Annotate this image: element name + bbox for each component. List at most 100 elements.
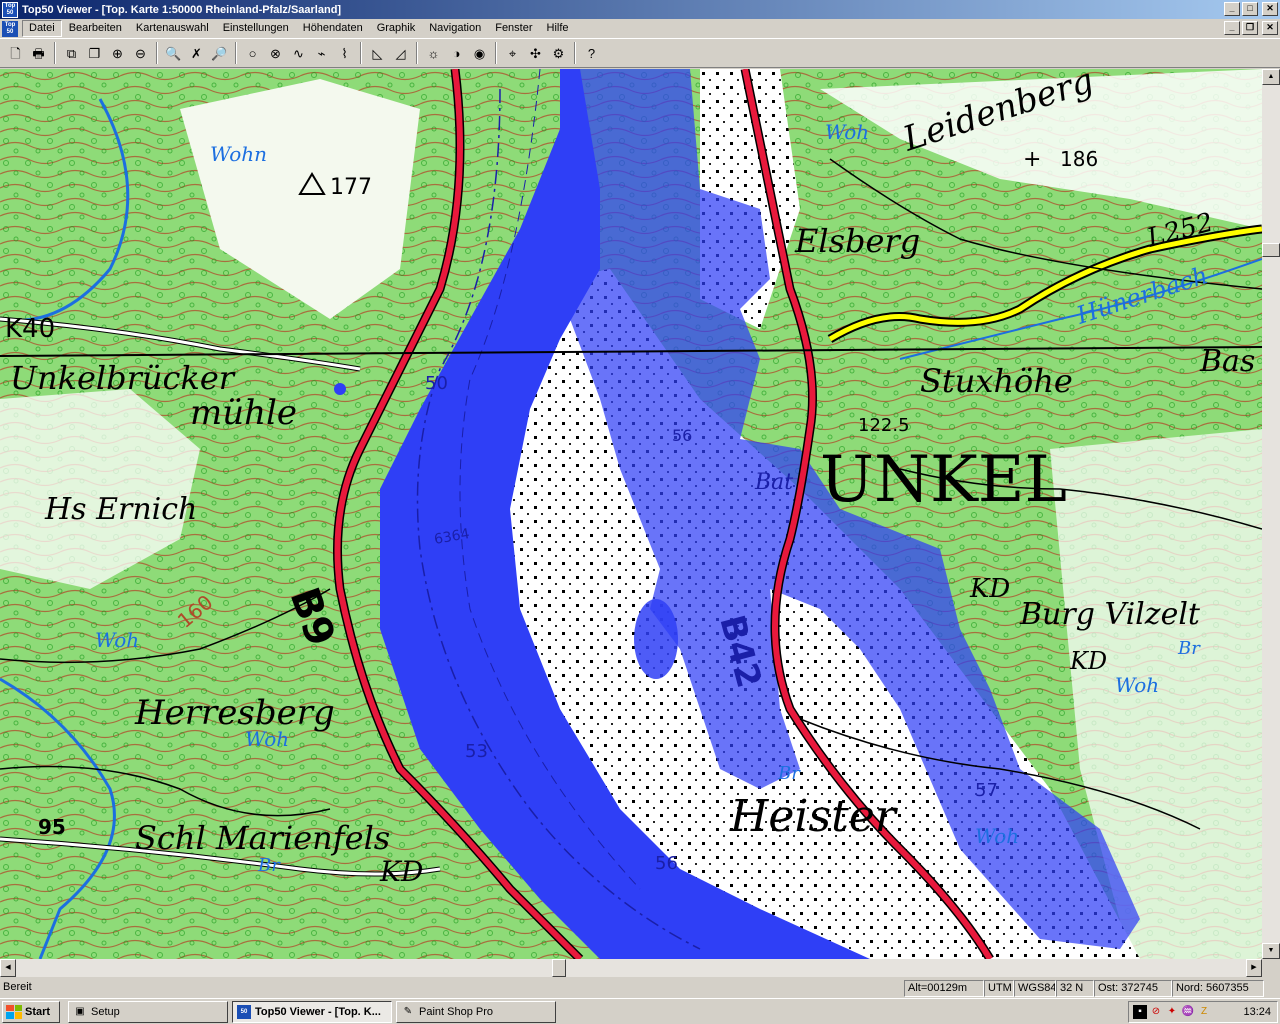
mdi-close-button[interactable]: ✕ xyxy=(1262,21,1278,35)
task-top50-viewer[interactable]: 50 Top50 Viewer - [Top. K... xyxy=(232,1000,392,1023)
route-button[interactable]: ∿ xyxy=(287,42,310,64)
maximize-button[interactable]: □ xyxy=(1242,2,1258,16)
label-elev-95: 95 xyxy=(38,815,66,839)
toolbar-separator xyxy=(54,42,56,64)
tray-monitor-icon[interactable]: ▪ xyxy=(1133,1005,1147,1019)
zoom-magnifier-icon: 🔍 xyxy=(165,45,182,61)
contrast-button[interactable]: ◑ xyxy=(445,42,468,64)
route-label-button[interactable]: ⌇ xyxy=(333,42,356,64)
label-bas: Bas xyxy=(1199,344,1255,379)
menu-graphik[interactable]: Graphik xyxy=(370,20,423,37)
new-button[interactable]: 🗋 xyxy=(4,42,27,64)
menu-hilfe[interactable]: Hilfe xyxy=(540,20,576,37)
toolbar-separator xyxy=(235,42,237,64)
profile-edit-button[interactable]: ◿ xyxy=(389,42,412,64)
topographic-map[interactable]: Leidenberg Elsberg L252 Hünerbach Bas St… xyxy=(0,69,1262,959)
route-text-icon: ⌁ xyxy=(317,45,326,61)
scroll-up-button[interactable]: ▲ xyxy=(1262,69,1280,85)
label-bat: Bat xyxy=(754,470,793,495)
status-east: Ost: 372745 xyxy=(1094,980,1172,997)
circle-marker-button[interactable]: ○ xyxy=(241,42,264,64)
app-window: Top 50 Top50 Viewer - [Top. Karte 1:50000… xyxy=(0,0,1280,1024)
toolbar-separator xyxy=(416,42,418,64)
menu-höhendaten[interactable]: Höhendaten xyxy=(296,20,370,37)
measure-cross-button[interactable]: ✗ xyxy=(185,42,208,64)
tray-network-icon[interactable]: ♒ xyxy=(1181,1005,1195,1019)
label-hs-ernich: Hs Ernich xyxy=(44,492,197,527)
scroll-left-button[interactable]: ◀ xyxy=(0,959,16,977)
horizontal-scroll-thumb[interactable] xyxy=(552,959,566,977)
label-woh-5: Woh xyxy=(1115,673,1159,697)
document-icon[interactable]: Top 50 xyxy=(2,20,18,37)
task-setup[interactable]: ▣ Setup xyxy=(68,1000,228,1023)
brightness-button[interactable]: ☼ xyxy=(422,42,445,64)
map-view[interactable]: Leidenberg Elsberg L252 Hünerbach Bas St… xyxy=(0,69,1262,959)
toolbar-separator xyxy=(360,42,362,64)
delete-marker-button[interactable]: ⊗ xyxy=(264,42,287,64)
start-button[interactable]: Start xyxy=(2,1000,60,1023)
label-woh-2: Woh xyxy=(95,628,139,652)
clock: 13:24 xyxy=(1243,1006,1271,1018)
profile-button[interactable]: ◺ xyxy=(366,42,389,64)
label-k40: K40 xyxy=(5,314,55,344)
vertical-scroll-thumb[interactable] xyxy=(1262,243,1280,257)
minimize-button[interactable]: _ xyxy=(1224,2,1240,16)
top50-icon: 50 xyxy=(237,1004,251,1019)
menu-fenster[interactable]: Fenster xyxy=(488,20,539,37)
saturation-icon: ◉ xyxy=(473,45,486,61)
print-button[interactable]: 🖶 xyxy=(27,42,50,64)
toolbar-separator xyxy=(495,42,497,64)
menu-bar: Top 50 Datei Bearbeiten Kartenauswahl Einste… xyxy=(0,19,1280,38)
new-icon: 🗋 xyxy=(10,45,21,61)
menu-bearbeiten[interactable]: Bearbeiten xyxy=(62,20,129,37)
circle-marker-icon: ○ xyxy=(248,45,257,61)
window-cascade-button[interactable]: ⧉ xyxy=(60,42,83,64)
status-bar: Bereit Alt=00129m UTM WGS84 32 N Ost: 37… xyxy=(0,979,1280,998)
menu-kartenauswahl[interactable]: Kartenauswahl xyxy=(129,20,216,37)
scroll-down-button[interactable]: ▼ xyxy=(1262,943,1280,959)
window-title: Top50 Viewer - [Top. Karte 1:50000 Rhein… xyxy=(22,3,342,16)
window-cascade-icon: ⧉ xyxy=(66,45,77,61)
menu-navigation[interactable]: Navigation xyxy=(422,20,488,37)
tray-antivirus-icon[interactable]: ⊘ xyxy=(1149,1005,1163,1019)
mdi-restore-button[interactable]: ❐ xyxy=(1242,21,1258,35)
saturation-button[interactable]: ◉ xyxy=(468,42,491,64)
magnifier-minus-icon: 🔎 xyxy=(211,45,228,61)
zoom-out-window-button[interactable]: ⊖ xyxy=(129,42,152,64)
label-woh-4: Woh xyxy=(975,824,1019,848)
task-paint-shop-pro[interactable]: ✎ Paint Shop Pro xyxy=(396,1000,556,1023)
profile-edit-icon: ◿ xyxy=(395,45,406,61)
label-unkel: UNKEL xyxy=(820,443,1067,517)
gps-button[interactable]: ⌖ xyxy=(501,42,524,64)
magnifier-minus-button[interactable]: 🔎 xyxy=(208,42,231,64)
tray-zonealarm-icon[interactable]: Z xyxy=(1197,1005,1211,1019)
title-bar[interactable]: Top 50 Top50 Viewer - [Top. Karte 1:50000… xyxy=(0,0,1280,19)
window-tile-button[interactable]: ❐ xyxy=(83,42,106,64)
vertical-scrollbar[interactable]: ▲ ▼ xyxy=(1262,69,1280,959)
tray-security-icon[interactable]: ✦ xyxy=(1165,1005,1179,1019)
scrollbar-corner xyxy=(1262,959,1280,977)
menu-datei[interactable]: Datei xyxy=(22,20,62,37)
mdi-minimize-button[interactable]: _ xyxy=(1224,21,1240,35)
label-stuxhoehe: Stuxhöhe xyxy=(920,362,1073,400)
label-herresberg: Herresberg xyxy=(134,693,335,733)
status-utm: UTM xyxy=(984,980,1014,997)
label-water-56: 56 xyxy=(655,853,678,874)
horizontal-scrollbar[interactable]: ◀ ▶ xyxy=(0,959,1262,977)
close-button[interactable]: ✕ xyxy=(1262,2,1278,16)
gps-setup-button[interactable]: ⚙ xyxy=(547,42,570,64)
system-tray: ▪ ⊘ ✦ ♒ Z 13:24 xyxy=(1128,1001,1278,1023)
scroll-right-button[interactable]: ▶ xyxy=(1246,959,1262,977)
label-elev-122: 122.5 xyxy=(858,415,910,436)
help-cursor-button[interactable]: ? xyxy=(580,42,603,64)
zoom-magnifier-button[interactable]: 🔍 xyxy=(162,42,185,64)
zoom-in-window-button[interactable]: ⊕ xyxy=(106,42,129,64)
menu-einstellungen[interactable]: Einstellungen xyxy=(216,20,296,37)
label-elev-177: 177 xyxy=(330,175,372,200)
gps-track-button[interactable]: ✣ xyxy=(524,42,547,64)
route-text-button[interactable]: ⌁ xyxy=(310,42,333,64)
toolbar-separator xyxy=(156,42,158,64)
toolbar-separator xyxy=(574,42,576,64)
label-br-3: Br xyxy=(777,763,801,784)
top50-app-icon[interactable]: Top 50 xyxy=(2,1,18,18)
